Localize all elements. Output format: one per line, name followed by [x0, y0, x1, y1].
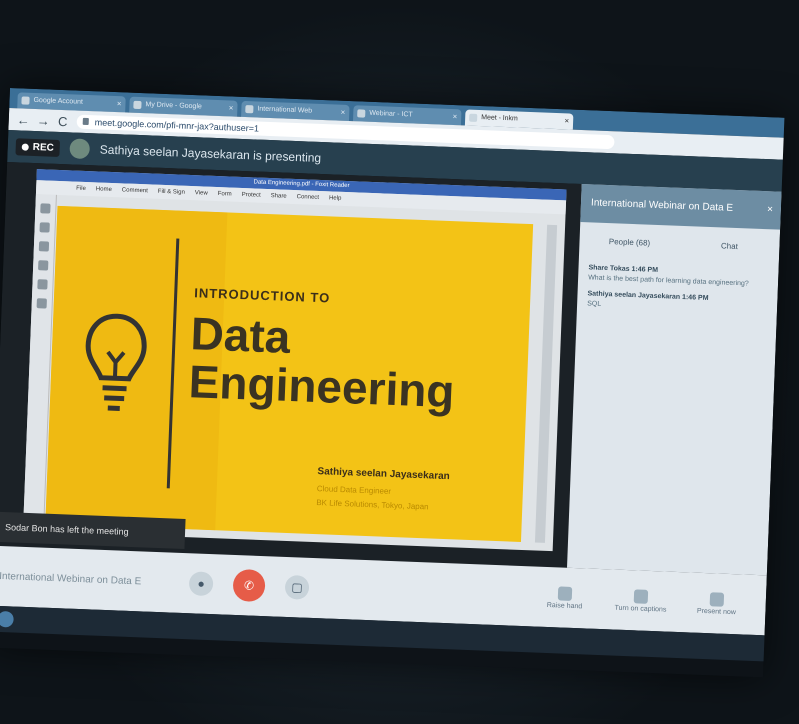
- side-panel-header: International Webinar on Data E ×: [580, 184, 782, 230]
- tool-icon[interactable]: [37, 279, 48, 290]
- reload-icon[interactable]: C: [56, 113, 69, 128]
- menu-item[interactable]: File: [76, 186, 86, 192]
- menu-item[interactable]: Fill & Sign: [158, 189, 185, 196]
- avatar: [69, 138, 91, 160]
- menu-item[interactable]: View: [195, 190, 208, 196]
- close-icon[interactable]: ×: [228, 100, 234, 116]
- record-dot-icon: [21, 142, 29, 151]
- camera-icon[interactable]: ▢: [284, 574, 310, 600]
- lock-icon: [82, 117, 89, 126]
- tab-chat[interactable]: Chat: [679, 239, 779, 252]
- slide-author: Sathiya seelan Jayasekaran: [317, 466, 450, 483]
- pdf-viewer-window: Data Engineering.pdf - Foxit Reader File…: [23, 169, 567, 552]
- back-arrow-icon[interactable]: ←: [17, 112, 31, 127]
- tab-people[interactable]: People (68): [579, 235, 679, 248]
- recording-badge: REC: [15, 137, 61, 157]
- monitor-screen: Google Account × My Drive - Google × Inter…: [0, 88, 785, 678]
- tab-favicon-icon: [357, 109, 366, 118]
- close-icon[interactable]: ×: [766, 191, 773, 229]
- slide-author-role: Cloud Data Engineer: [316, 484, 392, 496]
- tool-icon[interactable]: [36, 298, 47, 309]
- hand-icon: [557, 585, 573, 601]
- meet-side-panel: International Webinar on Data E × People …: [566, 184, 782, 576]
- menu-item[interactable]: Comment: [122, 187, 148, 194]
- tool-icon[interactable]: [39, 222, 50, 233]
- lightbulb-icon: [85, 313, 147, 411]
- tool-icon[interactable]: [38, 260, 49, 271]
- present-button[interactable]: Present now: [687, 591, 746, 616]
- tool-icon[interactable]: [40, 203, 51, 214]
- pdf-scrollbar[interactable]: [534, 224, 558, 543]
- slide-page: INTRODUCTION TO Data Engineering Sathiya…: [45, 205, 534, 542]
- tab-favicon-icon: [469, 113, 478, 122]
- photo-frame: Google Account × My Drive - Google × Inter…: [0, 0, 799, 724]
- menu-item[interactable]: Help: [329, 195, 342, 201]
- tab-favicon-icon: [133, 100, 142, 110]
- captions-button[interactable]: Turn on captions: [611, 588, 670, 613]
- forward-arrow-icon[interactable]: →: [37, 113, 51, 128]
- raise-hand-button[interactable]: Raise hand: [535, 585, 594, 610]
- captions-icon: [633, 588, 649, 604]
- menu-item[interactable]: Share: [271, 193, 287, 200]
- present-icon: [709, 591, 725, 607]
- tool-icon[interactable]: [38, 241, 50, 252]
- menu-item[interactable]: Home: [96, 186, 112, 193]
- close-icon[interactable]: ×: [452, 109, 457, 125]
- close-icon[interactable]: ×: [340, 105, 345, 121]
- end-call-button[interactable]: ✆: [232, 568, 266, 603]
- tab-favicon-icon: [245, 105, 254, 114]
- meeting-title: International Webinar on Data E: [0, 570, 142, 587]
- tab-favicon-icon: [21, 96, 30, 105]
- meet-right-controls: Raise hand Turn on captions Present now: [535, 585, 766, 617]
- slide-author-affiliation: BK Life Solutions, Tokyo, Japan: [316, 498, 429, 512]
- close-icon[interactable]: ×: [116, 96, 122, 112]
- menu-item[interactable]: Protect: [242, 192, 261, 199]
- start-button[interactable]: [0, 610, 14, 628]
- slide-title: Data Engineering: [187, 307, 456, 418]
- close-icon[interactable]: ×: [564, 113, 569, 129]
- left-meeting-toast: Sodar Bon has left the meeting: [0, 511, 186, 550]
- presenting-text: Sathiya seelan Jayasekaran is presenting: [99, 142, 322, 165]
- menu-item[interactable]: Form: [218, 191, 232, 198]
- mic-icon[interactable]: ●: [188, 571, 214, 597]
- menu-item[interactable]: Connect: [297, 194, 320, 201]
- shared-screen: Data Engineering.pdf - Foxit Reader File…: [0, 161, 582, 568]
